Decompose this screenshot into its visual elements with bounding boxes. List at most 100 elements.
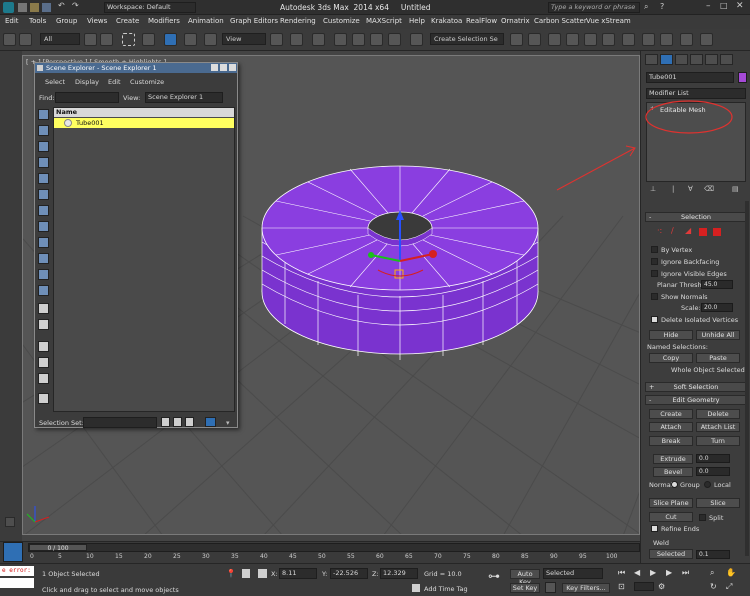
orbit-icon[interactable]: ↻	[710, 582, 717, 591]
scene-explorer-titlebar[interactable]: Scene Explorer - Scene Explorer 1	[35, 63, 237, 73]
object-name-field[interactable]: Tube001	[646, 72, 734, 83]
weld-threshold-spinner[interactable]: 0.1	[696, 550, 730, 559]
spinner-snap-icon[interactable]	[388, 33, 401, 46]
motion-tab-icon[interactable]	[690, 54, 703, 65]
menu-views[interactable]: Views	[87, 17, 107, 25]
display-shapes-icon[interactable]	[38, 125, 49, 136]
face-level-icon[interactable]: ◢	[685, 226, 691, 235]
redo-icon[interactable]: ↷	[72, 1, 79, 10]
show-end-result-icon[interactable]: |	[672, 185, 674, 193]
explorer-menu-select[interactable]: Select	[45, 78, 65, 86]
next-frame-icon[interactable]: ▶	[666, 568, 672, 577]
command-panel-scrollbar[interactable]	[745, 201, 749, 556]
list-item[interactable]: Tube001	[54, 118, 234, 128]
show-normals-checkbox[interactable]	[651, 293, 658, 300]
attach-list-button[interactable]: Attach List	[696, 422, 740, 432]
align-icon[interactable]	[528, 33, 541, 46]
rendered-frame-icon[interactable]	[660, 33, 673, 46]
app-logo-icon[interactable]	[3, 2, 14, 13]
ignore-backfacing-checkbox[interactable]	[651, 258, 658, 265]
copy-button[interactable]: Copy	[649, 353, 693, 363]
selection-filter-dropdown[interactable]: All	[40, 33, 80, 45]
ignore-visible-edges-checkbox[interactable]	[651, 270, 658, 277]
view-dropdown[interactable]: Scene Explorer 1	[145, 92, 223, 103]
display-tab-icon[interactable]	[705, 54, 718, 65]
add-time-tag-text[interactable]: Add Time Tag	[424, 585, 468, 593]
maximize-icon[interactable]: □	[720, 1, 728, 10]
go-to-end-icon[interactable]: ⏭	[682, 568, 689, 578]
object-color-swatch[interactable]	[738, 72, 747, 83]
graphite-ribbon-icon[interactable]	[566, 33, 579, 46]
vertex-level-icon[interactable]: ·:	[657, 226, 662, 235]
reference-coord-dropdown[interactable]: View	[222, 33, 266, 45]
menu-customize[interactable]: Customize	[323, 17, 360, 25]
pin-stack-icon[interactable]: ⊥	[650, 185, 656, 193]
slice-plane-button[interactable]: Slice Plane	[649, 498, 693, 508]
tube001-object[interactable]	[261, 165, 539, 360]
menu-help[interactable]: Help	[409, 17, 425, 25]
menu-krakatoa[interactable]: Krakatoa	[431, 17, 462, 25]
link-icon[interactable]	[19, 33, 32, 46]
display-spacewarps-icon[interactable]	[38, 189, 49, 200]
menu-animation[interactable]: Animation	[188, 17, 224, 25]
x-coordinate-field[interactable]: 8.11	[279, 568, 317, 579]
zoom-icon[interactable]: ⌕	[710, 568, 714, 578]
display-frozen-icon[interactable]	[38, 269, 49, 280]
by-vertex-checkbox[interactable]	[651, 246, 658, 253]
close-icon[interactable]	[229, 64, 236, 71]
delete-button[interactable]: Delete	[696, 409, 740, 419]
auto-key-button[interactable]: Auto Key	[510, 569, 540, 586]
display-none-icon[interactable]	[38, 319, 49, 330]
go-to-start-icon[interactable]: ⏮	[618, 568, 625, 578]
select-rotate-icon[interactable]	[184, 33, 197, 46]
extrude-spinner[interactable]: 0.0	[696, 454, 730, 463]
menu-maxscript[interactable]: MAXScript	[366, 17, 402, 25]
menu-modifiers[interactable]: Modifiers	[148, 17, 180, 25]
select-by-name-icon[interactable]	[100, 33, 113, 46]
named-selection-dropdown[interactable]: Create Selection Se	[430, 33, 504, 45]
edit-selection-set-icon[interactable]	[173, 417, 182, 427]
maximize-viewport-icon[interactable]: ⤢	[726, 582, 732, 592]
menu-vue-xstream[interactable]: Vue xStream	[586, 17, 631, 25]
undo-icon[interactable]	[3, 33, 16, 46]
bevel-button[interactable]: Bevel	[653, 467, 693, 477]
group-radio[interactable]	[671, 481, 678, 488]
time-tag-icon[interactable]	[412, 584, 420, 592]
edit-geometry-rollout-header[interactable]: - Edit Geometry	[645, 395, 747, 405]
mini-curve-editor-toggle[interactable]	[3, 542, 23, 562]
menu-realflow[interactable]: RealFlow	[466, 17, 497, 25]
time-configuration-icon[interactable]: ⚙	[658, 582, 665, 591]
select-scale-icon[interactable]	[204, 33, 217, 46]
edit-named-selection-icon[interactable]	[410, 33, 423, 46]
display-all-icon[interactable]	[38, 303, 49, 314]
resize-grip-icon[interactable]: ▾	[226, 419, 230, 427]
selection-lock-icon[interactable]	[242, 569, 250, 578]
display-lights-icon[interactable]	[38, 141, 49, 152]
object-visible-icon[interactable]	[64, 119, 72, 127]
delete-isolated-checkbox[interactable]	[651, 316, 658, 323]
snaps-toggle-icon[interactable]	[334, 33, 347, 46]
maxscript-listener[interactable]: e error:	[0, 566, 34, 576]
new-icon[interactable]	[18, 3, 27, 12]
display-children-icon[interactable]	[38, 357, 49, 368]
explorer-menu-display[interactable]: Display	[75, 78, 99, 86]
polygon-level-icon[interactable]	[699, 228, 707, 236]
absolute-mode-icon[interactable]	[258, 569, 267, 578]
undo-icon[interactable]: ↶	[58, 1, 65, 10]
element-level-icon[interactable]	[713, 228, 721, 236]
key-filters-button[interactable]: Key Filters...	[562, 583, 610, 593]
explorer-menu-edit[interactable]: Edit	[108, 78, 121, 86]
save-selection-set-icon[interactable]	[161, 417, 170, 427]
menu-edit[interactable]: Edit	[5, 17, 19, 25]
time-slider-thumb[interactable]: 0 / 100	[29, 544, 87, 552]
manage-selection-set-icon[interactable]	[185, 417, 194, 427]
render-production-icon[interactable]	[680, 33, 693, 46]
display-bones-icon[interactable]	[38, 237, 49, 248]
close-icon[interactable]: ✕	[736, 1, 744, 11]
key-mode-toggle-icon[interactable]: ⊡	[618, 582, 625, 591]
menu-rendering[interactable]: Rendering	[280, 17, 316, 25]
default-in-out-tangent-icon[interactable]	[545, 582, 556, 593]
edge-level-icon[interactable]: ∕	[671, 226, 674, 235]
layer-manager-icon[interactable]	[548, 33, 561, 46]
search-input[interactable]: Type a keyword or phrase	[548, 2, 640, 13]
